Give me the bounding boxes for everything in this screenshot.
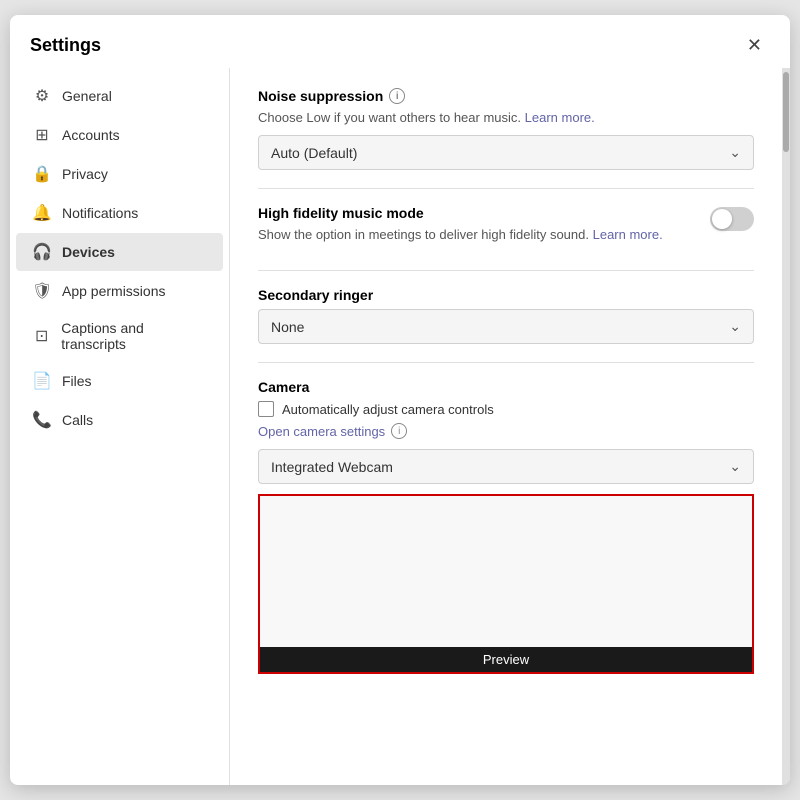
camera-preview-bar: Preview	[260, 647, 752, 672]
sidebar-item-label-devices: Devices	[62, 244, 115, 260]
camera-checkbox-row: Automatically adjust camera controls	[258, 401, 754, 417]
dialog-body: ⚙ General ⊞ Accounts 🔒 Privacy 🔔 Notifications 🎧…	[10, 68, 790, 785]
files-icon: 📄	[32, 371, 52, 391]
calls-icon: 📞	[32, 410, 52, 430]
settings-dialog: Settings ✕ ⚙ General ⊞ Accounts 🔒 Privacy 🔔 Not…	[10, 15, 790, 785]
sidebar-item-label-captions: Captions and transcripts	[61, 320, 207, 352]
noise-suppression-info-icon[interactable]: i	[389, 88, 405, 104]
camera-preview-container: Preview	[258, 494, 754, 674]
open-camera-settings-link[interactable]: Open camera settings	[258, 424, 385, 439]
scrollbar-thumb[interactable]	[783, 72, 789, 152]
scrollbar[interactable]	[782, 68, 790, 785]
divider-1	[258, 188, 754, 189]
sidebar-item-label-accounts: Accounts	[62, 127, 120, 143]
sidebar-item-devices[interactable]: 🎧 Devices	[16, 233, 223, 271]
high-fidelity-desc: Show the option in meetings to deliver h…	[258, 227, 698, 242]
accounts-icon: ⊞	[32, 125, 52, 145]
secondary-ringer-section: Secondary ringer None ⌄	[258, 287, 754, 344]
noise-suppression-title: Noise suppression i	[258, 88, 754, 104]
camera-title: Camera	[258, 379, 754, 395]
noise-suppression-desc: Choose Low if you want others to hear mu…	[258, 110, 754, 125]
sidebar-item-label-general: General	[62, 88, 112, 104]
sidebar-item-app-permissions[interactable]: 🛡 App permissions	[16, 272, 223, 310]
sidebar-item-label-privacy: Privacy	[62, 166, 108, 182]
devices-icon: 🎧	[32, 242, 52, 262]
noise-suppression-dropdown-arrow: ⌄	[729, 144, 741, 161]
high-fidelity-toggle-knob	[712, 209, 732, 229]
noise-suppression-section: Noise suppression i Choose Low if you wa…	[258, 88, 754, 170]
high-fidelity-section: High fidelity music mode Show the option…	[258, 205, 754, 252]
sidebar-item-label-files: Files	[62, 373, 92, 389]
high-fidelity-title: High fidelity music mode	[258, 205, 698, 221]
camera-checkbox-label: Automatically adjust camera controls	[282, 402, 494, 417]
camera-settings-row: Open camera settings i	[258, 423, 754, 439]
sidebar-item-notifications[interactable]: 🔔 Notifications	[16, 194, 223, 232]
secondary-ringer-dropdown-arrow: ⌄	[729, 318, 741, 335]
main-content: Noise suppression i Choose Low if you wa…	[230, 68, 782, 785]
sidebar: ⚙ General ⊞ Accounts 🔒 Privacy 🔔 Notifications 🎧…	[10, 68, 230, 785]
sidebar-item-privacy[interactable]: 🔒 Privacy	[16, 155, 223, 193]
general-icon: ⚙	[32, 86, 52, 106]
dialog-title: Settings	[30, 35, 101, 56]
sidebar-item-files[interactable]: 📄 Files	[16, 362, 223, 400]
high-fidelity-learn-more[interactable]: Learn more.	[593, 227, 663, 242]
camera-section: Camera Automatically adjust camera contr…	[258, 379, 754, 674]
noise-suppression-learn-more[interactable]: Learn more.	[525, 110, 595, 125]
close-button[interactable]: ✕	[739, 31, 770, 60]
privacy-icon: 🔒	[32, 164, 52, 184]
sidebar-item-label-notifications: Notifications	[62, 205, 138, 221]
high-fidelity-row: High fidelity music mode Show the option…	[258, 205, 754, 252]
high-fidelity-toggle[interactable]	[710, 207, 754, 231]
notifications-icon: 🔔	[32, 203, 52, 223]
camera-dropdown-arrow: ⌄	[729, 458, 741, 475]
sidebar-item-calls[interactable]: 📞 Calls	[16, 401, 223, 439]
sidebar-item-captions[interactable]: ⊡ Captions and transcripts	[16, 311, 223, 361]
noise-suppression-dropdown[interactable]: Auto (Default) ⌄	[258, 135, 754, 170]
dialog-header: Settings ✕	[10, 15, 790, 68]
camera-dropdown[interactable]: Integrated Webcam ⌄	[258, 449, 754, 484]
captions-icon: ⊡	[32, 326, 51, 346]
sidebar-item-accounts[interactable]: ⊞ Accounts	[16, 116, 223, 154]
secondary-ringer-dropdown[interactable]: None ⌄	[258, 309, 754, 344]
secondary-ringer-dropdown-value: None	[271, 319, 304, 335]
secondary-ringer-title: Secondary ringer	[258, 287, 754, 303]
sidebar-item-general[interactable]: ⚙ General	[16, 77, 223, 115]
app-permissions-icon: 🛡	[32, 281, 52, 301]
sidebar-item-label-calls: Calls	[62, 412, 93, 428]
camera-checkbox[interactable]	[258, 401, 274, 417]
sidebar-item-label-app-permissions: App permissions	[62, 283, 166, 299]
noise-suppression-dropdown-value: Auto (Default)	[271, 145, 357, 161]
camera-dropdown-value: Integrated Webcam	[271, 459, 393, 475]
camera-settings-info-icon[interactable]: i	[391, 423, 407, 439]
divider-3	[258, 362, 754, 363]
divider-2	[258, 270, 754, 271]
high-fidelity-info: High fidelity music mode Show the option…	[258, 205, 698, 252]
